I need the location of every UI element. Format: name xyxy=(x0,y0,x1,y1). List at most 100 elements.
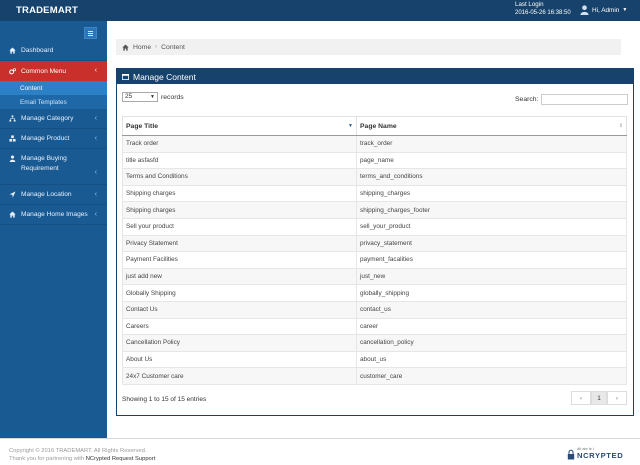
brand-logo[interactable]: TRADEMART xyxy=(16,5,78,16)
cell-page-name: privacy_statement xyxy=(356,234,627,253)
footer-request-support-link[interactable]: Request Support xyxy=(112,456,156,462)
column-header-page-title[interactable]: Page Title ▼ xyxy=(122,116,357,136)
sidebar-item-manage-location[interactable]: Manage Location ‹ xyxy=(0,185,107,205)
user-icon xyxy=(580,5,589,15)
lock-icon xyxy=(567,449,575,460)
table-row[interactable]: Careers career xyxy=(122,317,627,336)
logo-text: NCRYPTED xyxy=(577,451,624,460)
sidebar-item-dashboard[interactable]: Dashboard xyxy=(0,41,107,61)
user-icon xyxy=(8,154,16,162)
cell-page-name: career xyxy=(356,317,627,336)
panel-header: Manage Content xyxy=(117,69,633,84)
cell-page-name: about_us xyxy=(356,350,627,369)
table-info: Showing 1 to 15 of 15 entries xyxy=(122,396,207,403)
sitemap-icon xyxy=(8,115,16,123)
cell-page-name: sell_your_product xyxy=(356,217,627,236)
table-body: Track order track_order title asfasfd page_… xyxy=(122,135,627,385)
cell-page-name: terms_and_conditions xyxy=(356,168,627,186)
chevron-right-icon: › xyxy=(155,44,158,50)
sidebar-item-label: Manage Product xyxy=(21,135,70,142)
cogs-icon xyxy=(8,67,16,75)
chevron-left-icon: ‹ xyxy=(94,211,97,218)
cell-page-title: title asfasfd xyxy=(122,151,357,170)
sidebar-item-manage-product[interactable]: Manage Product ‹ xyxy=(0,129,107,149)
content-table: Page Title ▼ Page Name ⇕ Track order track_… xyxy=(122,116,627,385)
cell-page-name: just_new xyxy=(356,267,627,286)
records-label: records xyxy=(161,93,184,101)
cell-page-name: customer_care xyxy=(356,367,627,385)
table-row[interactable]: About Us about_us xyxy=(122,350,627,369)
sidebar-menu: Dashboard Common Menu ‹ Content Email Te… xyxy=(0,41,107,225)
column-header-page-name[interactable]: Page Name ⇕ xyxy=(356,116,627,136)
table-row[interactable]: Shipping charges shipping_charges_footer xyxy=(122,201,627,219)
user-menu[interactable]: Hi, Admin ▼ xyxy=(580,5,627,15)
table-row[interactable]: Cancellation Policy cancellation_policy xyxy=(122,334,627,352)
sidebar-item-manage-category[interactable]: Manage Category ‹ xyxy=(0,109,107,129)
cell-page-title: Cancellation Policy xyxy=(122,334,357,352)
cell-page-name: shipping_charges_footer xyxy=(356,201,627,219)
table-row[interactable]: Sell your product sell_your_product xyxy=(122,217,627,236)
cell-page-title: Sell your product xyxy=(122,217,357,236)
sort-desc-icon: ▼ xyxy=(348,123,353,129)
table-row[interactable]: Globally Shipping globally_shipping xyxy=(122,284,627,302)
search-input[interactable] xyxy=(541,94,629,105)
sidebar-item-label: Manage Home Images xyxy=(21,211,88,218)
table-row[interactable]: Privacy Statement privacy_statement xyxy=(122,234,627,253)
table-row[interactable]: just add new just_new xyxy=(122,267,627,286)
sidebar-item-label: Manage Category xyxy=(21,115,74,122)
cubes-icon xyxy=(8,135,16,143)
cell-page-title: Payment Facilities xyxy=(122,251,357,269)
sidebar-item-label: Dashboard xyxy=(21,47,54,54)
footer-credits: Thank you for partnering with NCrypted R… xyxy=(9,456,155,462)
pagination-page-button[interactable]: 1 xyxy=(591,391,607,405)
sidebar-toggle-button[interactable] xyxy=(84,27,97,39)
table-row[interactable]: title asfasfd page_name xyxy=(122,151,627,170)
breadcrumb-home-link[interactable]: Home xyxy=(133,44,151,51)
cell-page-name: cancellation_policy xyxy=(356,334,627,352)
records-length-control: 25 ▼ records xyxy=(122,92,184,102)
home-icon xyxy=(8,211,16,219)
chevron-left-icon: ‹ xyxy=(94,115,97,122)
sidebar-item-manage-home-images[interactable]: Manage Home Images ‹ xyxy=(0,205,107,225)
column-header-label: Page Title xyxy=(126,122,158,130)
cell-page-name: shipping_charges xyxy=(356,184,627,203)
records-per-page-select[interactable]: 25 ▼ xyxy=(122,92,158,102)
footer-partner-link[interactable]: NCrypted xyxy=(86,456,110,462)
pagination-prev-button[interactable]: ‹ xyxy=(571,391,591,405)
last-login-label: Last Login xyxy=(515,1,544,8)
cell-page-name: globally_shipping xyxy=(356,284,627,302)
sort-icon: ⇕ xyxy=(618,123,623,129)
table-icon xyxy=(122,73,129,80)
home-icon xyxy=(8,47,16,55)
pagination: ‹ 1 › xyxy=(571,391,627,405)
footer-copyright: Copyright © 2016 TRADEMART. All Rights R… xyxy=(9,448,147,454)
pagination-next-button[interactable]: › xyxy=(607,391,627,405)
last-login: Last Login 2016-05-26 16:38:50 xyxy=(515,1,571,17)
cell-page-title: Shipping charges xyxy=(122,184,357,203)
sidebar-subitem-email-templates[interactable]: Email Templates xyxy=(0,95,107,109)
sidebar-item-label: Manage Location xyxy=(21,191,72,198)
cell-page-title: 24x7 Customer care xyxy=(122,367,357,385)
table-row[interactable]: Shipping charges shipping_charges xyxy=(122,184,627,203)
table-row[interactable]: Terms and Conditions terms_and_conditions xyxy=(122,168,627,186)
last-login-time: 2016-05-26 16:38:50 xyxy=(515,10,571,16)
cell-page-name: contact_us xyxy=(356,300,627,319)
breadcrumb-current: Content xyxy=(161,43,185,51)
panel-title: Manage Content xyxy=(133,71,196,82)
sidebar-item-label: Manage Buying Requirement xyxy=(21,155,67,172)
sidebar-subitem-content[interactable]: Content xyxy=(0,81,107,95)
cell-page-name: page_name xyxy=(356,151,627,170)
cell-page-title: Careers xyxy=(122,317,357,336)
ncrypted-logo[interactable]: dit ale le i NCRYPTED xyxy=(567,446,623,460)
table-row[interactable]: 24x7 Customer care customer_care xyxy=(122,367,627,385)
cell-page-title: Contact Us xyxy=(122,300,357,319)
sidebar-item-manage-buying-requirement[interactable]: Manage Buying Requirement ‹ xyxy=(0,149,107,185)
table-row[interactable]: Payment Facilities payment_facalities xyxy=(122,251,627,269)
sidebar-item-common-menu[interactable]: Common Menu ‹ xyxy=(0,61,107,81)
cell-page-name: payment_facalities xyxy=(356,251,627,269)
records-per-page-value: 25 xyxy=(125,93,133,100)
table-row[interactable]: Contact Us contact_us xyxy=(122,300,627,319)
footer-thanks: Thank you for partnering with xyxy=(9,456,85,462)
chevron-down-icon: ▼ xyxy=(150,94,155,100)
table-row[interactable]: Track order track_order xyxy=(122,135,627,153)
